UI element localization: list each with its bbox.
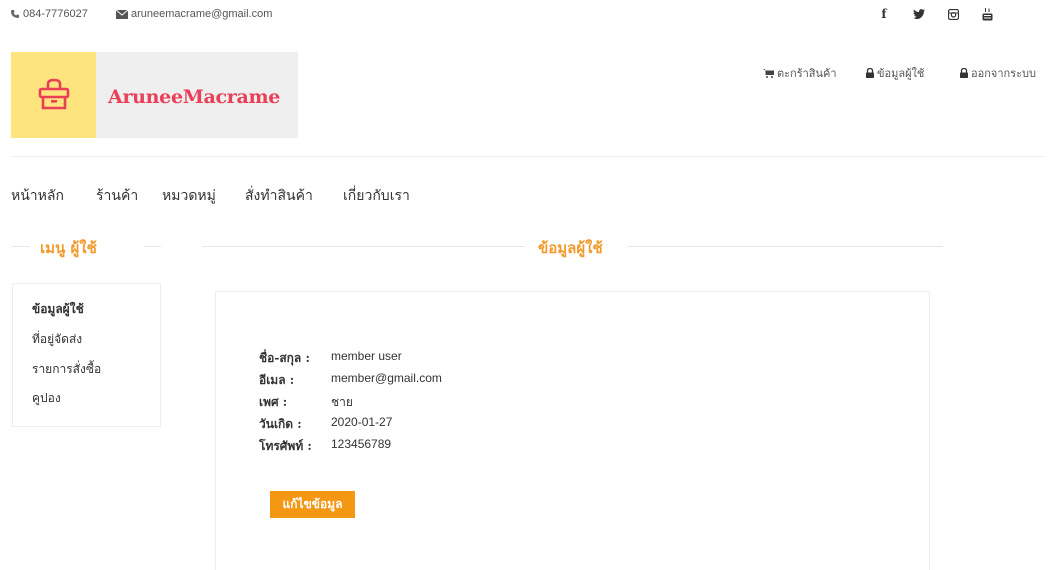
user-info-link[interactable]: ข้อมูลผู้ใช้ (866, 64, 924, 82)
main-heading-line-right (628, 246, 943, 247)
name-value: member user (331, 349, 402, 363)
nav-home[interactable]: หน้าหลัก (11, 185, 64, 207)
phone-label: โทรศัพท์ : (259, 439, 312, 453)
nav-custom-order[interactable]: สั่งทำสินค้า (245, 185, 313, 207)
main-heading-line-left (202, 246, 525, 247)
user-info-label[interactable]: ข้อมูลผู้ใช้ (877, 64, 924, 82)
cart-icon (763, 68, 774, 78)
logout-link[interactable]: ออกจากระบบ (960, 64, 1036, 82)
cart-link[interactable]: ตะกร้าสินค้า (763, 64, 837, 82)
gender-value: ชาย (331, 395, 353, 409)
nav-category[interactable]: หมวดหมู่ (162, 185, 216, 207)
menu-item-orders[interactable]: รายการสั่งซื้อ (32, 360, 101, 379)
cart-label[interactable]: ตะกร้าสินค้า (777, 64, 837, 82)
header-divider (11, 156, 1045, 157)
instagram-icon[interactable] (945, 6, 961, 22)
main-title: ข้อมูลผู้ใช้ (538, 239, 603, 257)
email-address[interactable]: aruneemacrame@gmail.com (131, 8, 272, 20)
gender-label: เพศ : (259, 395, 288, 409)
menu-item-shipping-address[interactable]: ที่อยู่จัดส่ง (32, 330, 82, 349)
twitter-icon[interactable] (911, 6, 927, 22)
email-value: member@gmail.com (331, 371, 442, 385)
lock-icon (960, 68, 968, 78)
phone-value: 123456789 (331, 437, 392, 451)
phone-icon (11, 10, 19, 18)
nav-shop[interactable]: ร้านค้า (96, 185, 138, 207)
logout-label[interactable]: ออกจากระบบ (971, 64, 1036, 82)
email-contact[interactable]: aruneemacrame@gmail.com (116, 8, 272, 20)
name-label: ชื่อ-สกุล : (259, 351, 310, 365)
profile-panel: ชื่อ-สกุล : member user อีเมล : member@g… (215, 291, 930, 570)
youtube-icon[interactable] (979, 6, 995, 22)
menu-item-user-info[interactable]: ข้อมูลผู้ใช้ (32, 300, 84, 319)
edit-profile-button[interactable]: แก้ไขข้อมูล (270, 491, 355, 518)
menu-item-coupons[interactable]: คูปอง (32, 389, 61, 408)
brand-name[interactable]: AruneeMacrame (108, 86, 280, 108)
sidebar-heading-line-right (144, 246, 161, 247)
facebook-icon[interactable]: f (876, 6, 892, 22)
nav-about[interactable]: เกี่ยวกับเรา (343, 185, 410, 207)
lock-icon (866, 68, 874, 78)
logo-tile (11, 52, 96, 138)
user-menu: ข้อมูลผู้ใช้ ที่อยู่จัดส่ง รายการสั่งซื้… (12, 283, 161, 427)
phone-contact: 084-7776027 (10, 8, 88, 20)
top-bar: 084-7776027 aruneemacrame@gmail.com f (0, 0, 1050, 28)
email-label: อีเมล : (259, 373, 295, 387)
brand-logo[interactable]: AruneeMacrame (11, 52, 298, 138)
birthdate-label: วันเกิด : (259, 417, 302, 431)
envelope-icon (116, 9, 128, 19)
birthdate-value: 2020-01-27 (331, 415, 393, 429)
phone-number: 084-7776027 (23, 8, 88, 20)
sidebar-title: เมนู ผู้ใช้ (40, 239, 97, 257)
sidebar-heading-line-left (12, 246, 30, 247)
shopping-bag-icon (38, 78, 69, 110)
